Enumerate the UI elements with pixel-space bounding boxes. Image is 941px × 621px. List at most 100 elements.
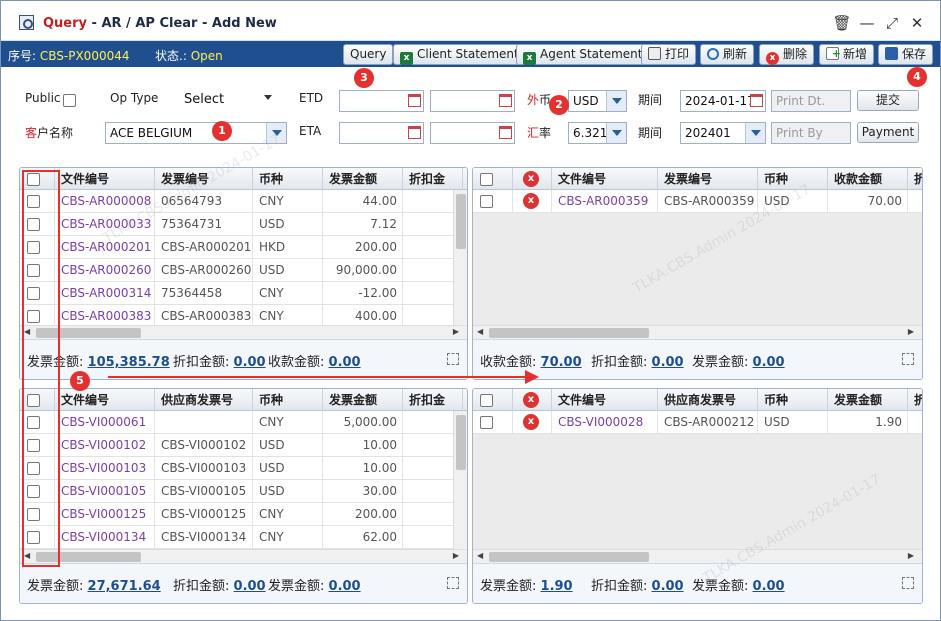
summary-value[interactable]: 0.00: [329, 355, 361, 370]
row-checkbox[interactable]: [480, 195, 493, 208]
summary-value[interactable]: 0.00: [234, 355, 266, 370]
payment-button[interactable]: Payment: [857, 122, 919, 143]
column-header[interactable]: 币种: [253, 168, 323, 190]
print-by-input[interactable]: Print By: [771, 122, 851, 144]
column-header[interactable]: 供应商发票号: [155, 389, 253, 411]
summary-value[interactable]: 0.00: [329, 579, 361, 594]
horizontal-scrollbar[interactable]: ◀ ▶: [20, 549, 467, 563]
document-number-link[interactable]: CBS-VI000102: [55, 434, 155, 457]
scroll-right-icon[interactable]: ▶: [908, 551, 914, 560]
document-number-link[interactable]: CBS-AR000033: [55, 213, 155, 236]
column-header[interactable]: 发票金额: [323, 389, 403, 411]
etd-from-input[interactable]: [339, 90, 424, 112]
document-number-link[interactable]: CBS-AR000314: [55, 282, 155, 305]
horizontal-scrollbar[interactable]: ◀ ▶: [473, 325, 922, 339]
table-row[interactable]: CBS-VI000105 CBS-VI000105 USD 30.00: [20, 480, 467, 503]
document-number-link[interactable]: CBS-VI000105: [55, 480, 155, 503]
scroll-thumb[interactable]: [456, 194, 466, 249]
summary-value[interactable]: 0.00: [234, 579, 266, 594]
document-number-link[interactable]: CBS-AR000359: [552, 190, 658, 213]
summary-value[interactable]: 27,671.64: [88, 579, 161, 594]
table-row[interactable]: CBS-AR000201 CBS-AR000201 HKD 200.00: [20, 236, 467, 259]
column-header[interactable]: 发票编号: [658, 168, 758, 190]
summary-value[interactable]: 1.90: [541, 579, 573, 594]
select-all-header[interactable]: [473, 389, 513, 411]
eta-to-input[interactable]: [430, 122, 515, 144]
scroll-thumb[interactable]: [489, 328, 649, 338]
table-row[interactable]: CBS-VI000102 CBS-VI000102 USD 10.00: [20, 434, 467, 457]
document-number-link[interactable]: CBS-VI000125: [55, 503, 155, 526]
column-header[interactable]: 折: [908, 168, 922, 190]
query-button[interactable]: Query: [343, 44, 394, 65]
expand-icon[interactable]: [447, 353, 459, 365]
chevron-down-icon[interactable]: [606, 91, 626, 111]
scroll-left-icon[interactable]: ◀: [477, 327, 483, 336]
minimize-icon[interactable]: —: [857, 14, 877, 32]
column-header[interactable]: 币种: [758, 168, 828, 190]
expand-icon[interactable]: [902, 353, 914, 365]
table-row[interactable]: CBS-VI000134 CBS-VI000134 CNY 62.00: [20, 526, 467, 549]
document-number-link[interactable]: CBS-AR000008: [55, 190, 155, 213]
calendar-icon[interactable]: [499, 126, 512, 139]
scroll-thumb[interactable]: [456, 415, 466, 470]
eta-from-input[interactable]: [339, 122, 424, 144]
op-type-caret-icon[interactable]: [264, 95, 272, 100]
summary-value[interactable]: 0.00: [753, 355, 785, 370]
column-header[interactable]: 币种: [758, 389, 828, 411]
document-number-link[interactable]: CBS-VI000028: [552, 411, 658, 434]
calendar-icon[interactable]: [750, 94, 763, 107]
delete-all-icon[interactable]: x: [523, 392, 539, 408]
column-header[interactable]: 供应商发票号: [658, 389, 758, 411]
calendar-icon[interactable]: [499, 94, 512, 107]
refresh-button[interactable]: 刷新: [700, 44, 755, 65]
column-header[interactable]: 文件编号: [552, 168, 658, 190]
print-date-input[interactable]: Print Dt.: [771, 90, 851, 112]
save-button[interactable]: 保存: [878, 44, 934, 65]
summary-value[interactable]: 0.00: [652, 355, 684, 370]
column-header[interactable]: 发票金额: [323, 168, 403, 190]
horizontal-scrollbar[interactable]: ◀ ▶: [20, 325, 467, 339]
customer-select[interactable]: ACE BELGIUM: [105, 122, 287, 144]
calendar-icon[interactable]: [408, 94, 421, 107]
chevron-down-icon[interactable]: [606, 123, 626, 143]
column-header[interactable]: 币种: [253, 389, 323, 411]
table-row[interactable]: CBS-AR000260 CBS-AR000260 USD 90,000.00: [20, 259, 467, 282]
table-row[interactable]: CBS-VI000061 CNY 5,000.00: [20, 411, 467, 434]
op-type-select[interactable]: Select: [184, 92, 224, 107]
vertical-scrollbar[interactable]: [453, 411, 467, 549]
scroll-thumb[interactable]: [489, 552, 649, 562]
currency-select[interactable]: USD: [568, 90, 627, 112]
select-all-checkbox[interactable]: [480, 173, 493, 186]
summary-value[interactable]: 105,385.78: [88, 355, 170, 370]
summary-value[interactable]: 70.00: [541, 355, 582, 370]
column-header[interactable]: 折扣金: [403, 389, 463, 411]
summary-value[interactable]: 0.00: [652, 579, 684, 594]
new-button[interactable]: 新增: [819, 44, 875, 65]
select-all-header[interactable]: [473, 168, 513, 190]
trash-icon[interactable]: 🗑: [832, 14, 852, 32]
column-header[interactable]: 折: [908, 389, 922, 411]
table-row[interactable]: x CBS-VI000028 CBS-AR000212 USD 1.90: [473, 411, 922, 434]
document-number-link[interactable]: CBS-AR000201: [55, 236, 155, 259]
chevron-down-icon[interactable]: [266, 123, 286, 143]
scroll-left-icon[interactable]: ◀: [477, 551, 483, 560]
delete-all-icon[interactable]: x: [523, 171, 539, 187]
table-row[interactable]: CBS-VI000125 CBS-VI000125 CNY 200.00: [20, 503, 467, 526]
row-checkbox[interactable]: [480, 416, 493, 429]
rate-select[interactable]: 6.3214: [568, 122, 627, 144]
table-row[interactable]: CBS-AR000314 75364458 CNY -12.00: [20, 282, 467, 305]
agent-statement-button[interactable]: x Agent Statement: [516, 44, 650, 65]
delete-all-header[interactable]: x: [513, 168, 552, 190]
summary-value[interactable]: 0.00: [753, 579, 785, 594]
period-date-input[interactable]: 2024-01-17: [680, 90, 766, 112]
table-row[interactable]: x CBS-AR000359 CBS-AR000359 USD 70.00: [473, 190, 922, 213]
column-header[interactable]: 发票编号: [155, 168, 253, 190]
table-row[interactable]: CBS-VI000103 CBS-VI000103 USD 10.00: [20, 457, 467, 480]
close-icon[interactable]: ✕: [907, 14, 927, 32]
expand-icon[interactable]: [902, 577, 914, 589]
table-row[interactable]: CBS-AR000008 06564793 CNY 44.00: [20, 190, 467, 213]
delete-all-header[interactable]: x: [513, 389, 552, 411]
column-header[interactable]: 文件编号: [55, 168, 155, 190]
column-header[interactable]: 发票金额: [828, 389, 908, 411]
delete-button[interactable]: x 删除: [759, 44, 815, 65]
